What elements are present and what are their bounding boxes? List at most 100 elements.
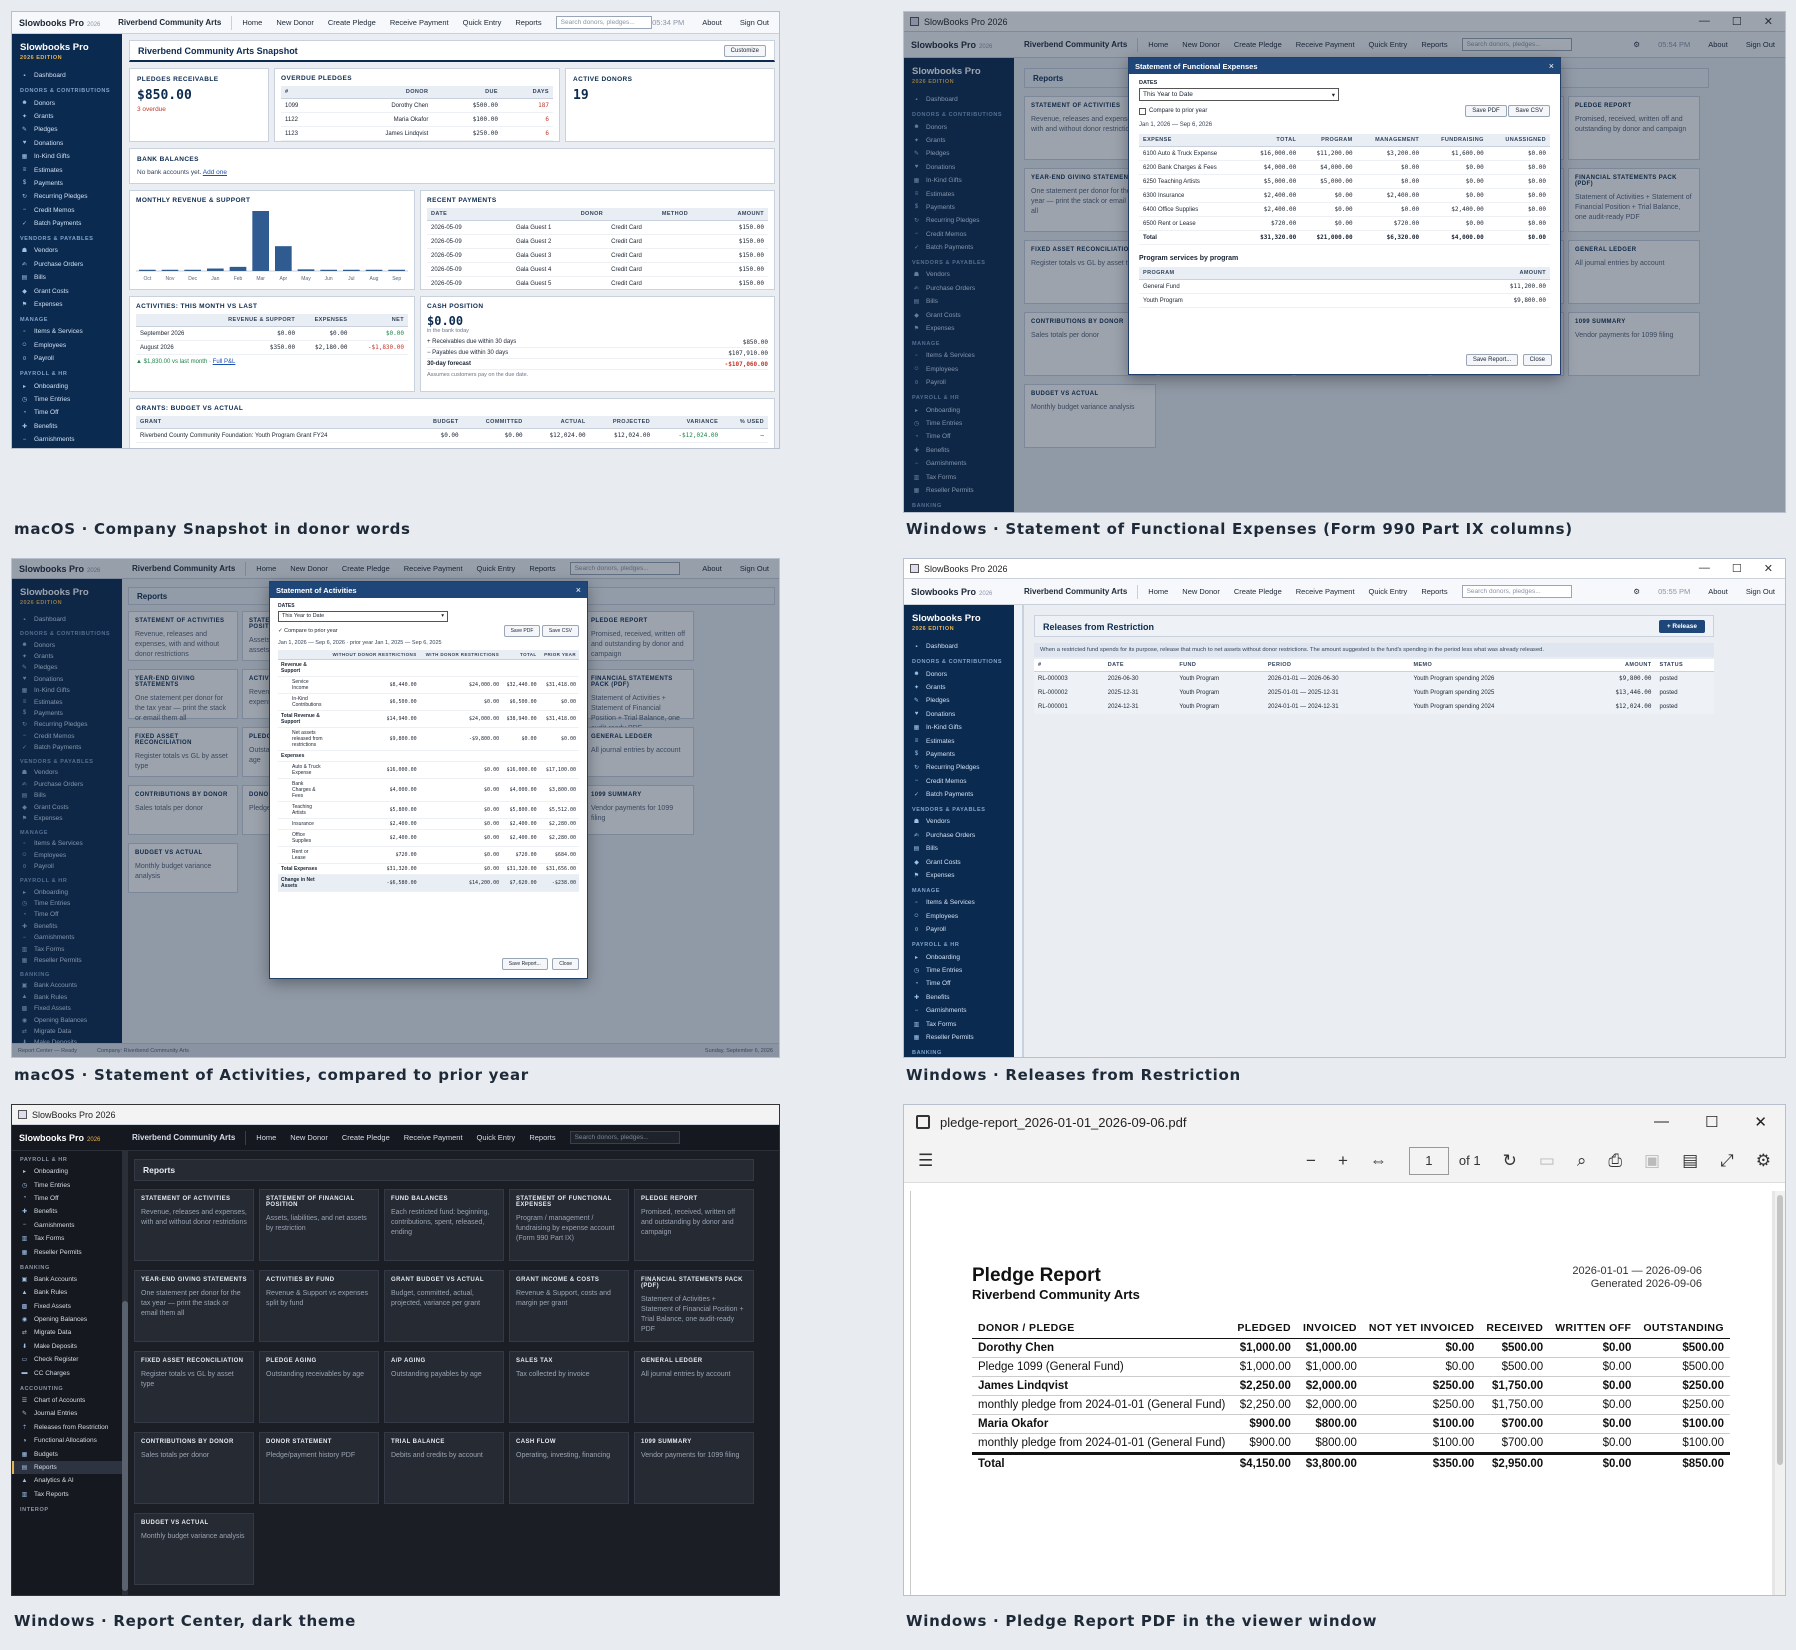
sidebar-item-donors[interactable]: ☻ Donors (12, 96, 122, 109)
settings-icon[interactable]: ⚙ (1756, 1151, 1771, 1171)
sidebar-item-releases-from-restriction[interactable]: ⇡ Releases from Restriction (12, 1421, 122, 1434)
close-icon[interactable]: ✕ (1764, 562, 1773, 575)
sidebar-item-bills[interactable]: ▤ Bills (904, 842, 1014, 855)
add-release-button[interactable]: + Release (1658, 620, 1705, 633)
sidebar-item-time-entries[interactable]: ◷ Time Entries (12, 393, 122, 406)
table-row[interactable]: RL-000001 2024-12-31 Youth Program 2024-01-… (1034, 699, 1714, 714)
column-header[interactable]: DATE (427, 208, 512, 221)
search-input[interactable]: Search donors, pledges... (1461, 585, 1572, 598)
column-header[interactable]: MEMO (1409, 659, 1574, 672)
column-header[interactable]: EXPENSES (299, 314, 352, 327)
column-header[interactable]: EXPENSE (1139, 134, 1244, 147)
sidebar-item-dashboard[interactable]: ▪ Dashboard (12, 69, 122, 82)
report-card[interactable]: PLEDGE REPORT Promised, received, written… (634, 1189, 754, 1261)
sidebar-item-purchase-orders[interactable]: ✍ Purchase Orders (904, 829, 1014, 842)
report-card[interactable]: ACTIVITIES BY FUND Revenue & Support vs e… (259, 1270, 379, 1342)
zoom-out-icon[interactable]: − (1306, 1151, 1316, 1171)
customize-button[interactable]: Customize (723, 45, 766, 57)
sidebar-item-time-entries[interactable]: ◷ Time Entries (904, 964, 1014, 977)
column-header[interactable]: GRANT (136, 416, 415, 429)
nav-item[interactable]: Create Pledge (328, 18, 376, 27)
sidebar-item-tax-forms[interactable]: ▥ Tax Forms (904, 1017, 1014, 1030)
report-card[interactable]: STATEMENT OF FINANCIAL POSITION Assets, l… (259, 1189, 379, 1261)
save-as-icon[interactable]: ▤ (1682, 1151, 1698, 1171)
sidebar-item-items-services[interactable]: ▫ Items & Services (904, 896, 1014, 909)
sidebar-item-dashboard[interactable]: ▪ Dashboard (904, 640, 1014, 653)
fit-width-icon[interactable]: ⇔ (1370, 1151, 1387, 1171)
column-header[interactable]: UNASSIGNED (1487, 134, 1550, 147)
maximize-icon[interactable]: ☐ (1705, 1113, 1718, 1131)
sidebar-item-employees[interactable]: ☺ Employees (904, 910, 1014, 923)
sidebar-item-recurring-pledges[interactable]: ↻ Recurring Pledges (12, 190, 122, 203)
column-header[interactable]: WITHOUT DONOR RESTRICTIONS (326, 650, 420, 660)
sidebar-item-check-register[interactable]: ▭ Check Register (12, 1353, 122, 1366)
nav-item[interactable]: New Donor (276, 18, 314, 27)
column-header[interactable]: ACTUAL (526, 416, 590, 429)
sidebar-item-make-deposits[interactable]: ⬇ Make Deposits (12, 1340, 122, 1353)
overdue-count[interactable]: 3 overdue (137, 106, 261, 113)
column-header[interactable]: PRIOR YEAR (539, 650, 579, 660)
column-header[interactable]: PROGRAM (1300, 134, 1357, 147)
sidebar-item-pledges[interactable]: ✎ Pledges (12, 123, 122, 136)
save-csv-button[interactable]: Save CSV (541, 625, 579, 637)
column-header[interactable]: % USED (722, 416, 768, 429)
sidebar-item-vendors[interactable]: ☗ Vendors (904, 815, 1014, 828)
column-header[interactable]: TOTAL (1243, 134, 1301, 147)
bar-jun[interactable] (320, 269, 337, 271)
two-page-icon[interactable]: ▭ (1539, 1151, 1555, 1171)
bar-jul[interactable] (343, 269, 360, 271)
report-card[interactable]: CONTRIBUTIONS BY DONOR Sales totals per d… (134, 1432, 254, 1504)
column-header[interactable]: PERIOD (1263, 659, 1410, 672)
report-card[interactable]: GRANT BUDGET VS ACTUAL Budget, committed,… (384, 1270, 504, 1342)
sidebar-item-time-off[interactable]: ◔ Time Off (12, 406, 122, 419)
sidebar-item-estimates[interactable]: ≡ Estimates (904, 734, 1014, 747)
column-header[interactable]: WITH DONOR RESTRICTIONS (419, 650, 503, 660)
sidebar-item-grants[interactable]: ✦ Grants (904, 681, 1014, 694)
sidebar-item-donors[interactable]: ☻ Donors (904, 667, 1014, 680)
report-card[interactable]: TRIAL BALANCE Debits and credits by accou… (384, 1432, 504, 1504)
sidebar-item-tax-reports[interactable]: ▥ Tax Reports (12, 1488, 122, 1501)
report-card[interactable]: STATEMENT OF FUNCTIONAL EXPENSES Program … (509, 1189, 629, 1261)
nav-item[interactable]: Reports (529, 1133, 555, 1142)
report-card[interactable]: STATEMENT OF ACTIVITIES Revenue, releases… (134, 1189, 254, 1261)
sidebar-item-grants[interactable]: ✦ Grants (12, 110, 122, 123)
sidebar-item-donations[interactable]: ♥ Donations (12, 137, 122, 150)
page-number-input[interactable]: 1 (1408, 1146, 1449, 1175)
period-select[interactable]: This Year to Date ▾ (278, 611, 448, 622)
column-header[interactable]: # (281, 86, 326, 99)
sidebar-item-functional-allocations[interactable]: ◑ Functional Allocations (12, 1434, 122, 1447)
column-header[interactable]: AMOUNT (1352, 267, 1550, 280)
nav-item[interactable]: Reports (1421, 587, 1447, 596)
sidebar-item-vendors[interactable]: ☗ Vendors (12, 244, 122, 257)
fullscreen-icon[interactable]: ⤢ (1720, 1151, 1734, 1171)
column-header[interactable]: BUDGET (414, 416, 463, 429)
column-header[interactable]: PROJECTED (589, 416, 655, 429)
compare-checkbox[interactable] (1139, 107, 1146, 115)
table-row[interactable]: RL-000003 2026-06-30 Youth Program 2026-01-… (1034, 671, 1714, 686)
sidebar-item-opening-balances[interactable]: ◉ Opening Balances (12, 1313, 122, 1326)
bar-nov[interactable] (161, 269, 179, 271)
table-row[interactable]: RL-000002 2025-12-31 Youth Program 2025-01-… (1034, 685, 1714, 700)
sidebar-item-fixed-assets[interactable]: ▩ Fixed Assets (12, 1300, 122, 1313)
sidebar-item-onboarding[interactable]: ▸ Onboarding (904, 950, 1014, 963)
save-pdf-button[interactable]: Save PDF (503, 625, 541, 637)
nav-item[interactable]: Home (1148, 587, 1168, 596)
save-icon[interactable]: ▣ (1644, 1151, 1660, 1171)
sidebar-item-time-entries[interactable]: ◷ Time Entries (12, 1178, 122, 1191)
sidebar-item-payments[interactable]: $ Payments (12, 177, 122, 190)
sidebar-item-journal-entries[interactable]: ✎ Journal Entries (12, 1407, 122, 1420)
close-icon[interactable]: ✕ (1754, 1113, 1767, 1131)
find-icon[interactable]: ⌕ (1577, 1151, 1587, 1171)
period-select[interactable]: This Year to Date ▾ (1139, 88, 1339, 101)
column-header[interactable]: NET (351, 314, 408, 327)
sidebar-item-time-off[interactable]: ◔ Time Off (904, 977, 1014, 990)
sidebar-item-expenses[interactable]: ⚑ Expenses (12, 298, 122, 311)
search-input[interactable]: Search donors, pledges... (569, 1131, 680, 1144)
sidebar-item-garnishments[interactable]: − Garnishments (904, 1004, 1014, 1017)
about-link[interactable]: About (702, 18, 722, 27)
sidebar-item-tax-forms[interactable]: ▥ Tax Forms (12, 1232, 122, 1245)
gear-icon[interactable]: ⚙ (1633, 587, 1640, 596)
nav-item[interactable]: Reports (515, 18, 541, 27)
report-card[interactable]: FIXED ASSET RECONCILIATION Register total… (134, 1351, 254, 1423)
sidebar-item-purchase-orders[interactable]: ✍ Purchase Orders (12, 258, 122, 271)
